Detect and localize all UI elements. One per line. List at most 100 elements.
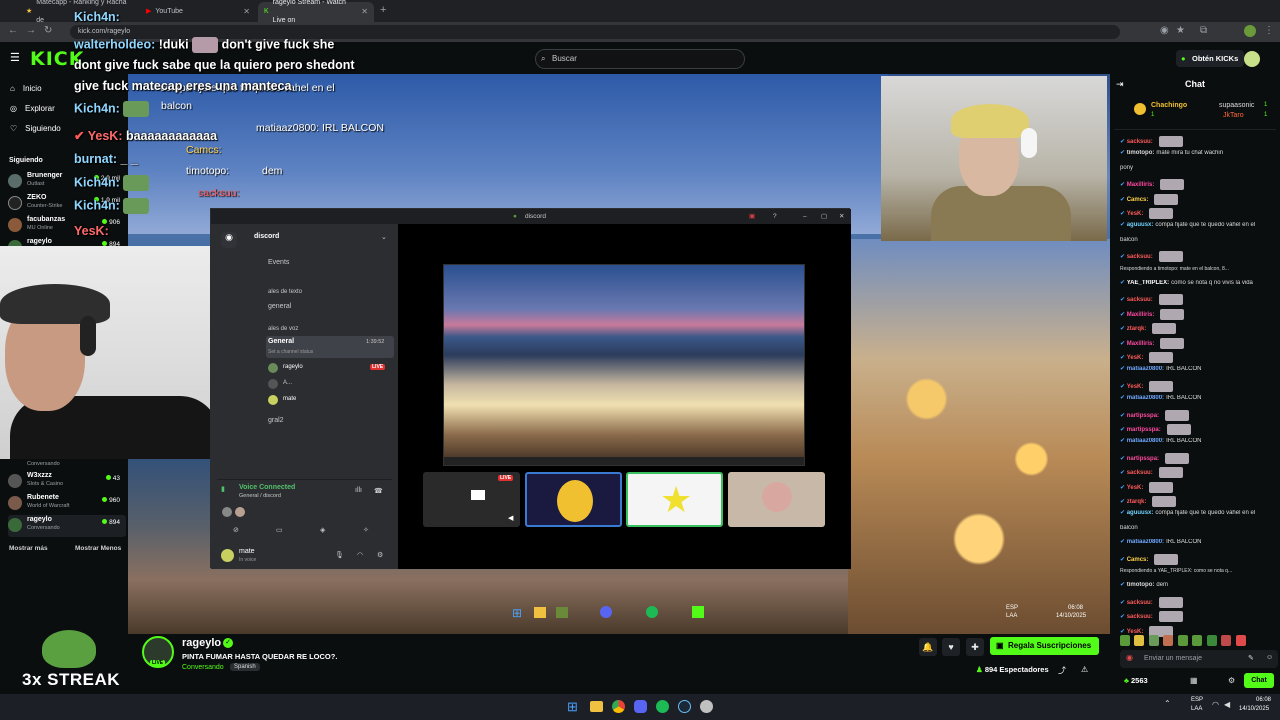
chat-username[interactable]: sacksuu: [1127,600,1153,606]
voice-member[interactable]: A... [268,379,396,391]
tab-kick[interactable]: K rageylo Stream - Watch Live on ✕ [258,0,374,24]
settings-gear-icon[interactable]: ⚙ [377,551,383,559]
volume-icon[interactable]: ◀ [1224,700,1230,709]
chat-username[interactable]: nartipsspa: [1127,413,1159,419]
chat-message[interactable]: ✔ sacksuu: [1120,611,1278,623]
discord-window[interactable]: ● discord ▣ ? – ▢ ✕ ◉ discord ⌄ Events a… [210,208,851,569]
chat-message[interactable]: ✔ timotopo: mate mira tu chat wachin [1120,150,1278,158]
voice-channel-gral2[interactable]: gral2 [268,417,284,424]
chat-username[interactable]: sacksuu: [1127,470,1153,476]
show-less-link[interactable]: Mostrar Menos [75,545,121,552]
chat-username[interactable]: ztarqk: [1127,326,1147,332]
emote-picker-icon[interactable]: ✎ [1248,654,1254,662]
discord-server-icon[interactable]: ◉ [221,232,237,248]
chat-message[interactable]: ✔ sacksuu: [1120,251,1278,263]
screen-share-icon[interactable]: ▭ [276,526,283,534]
avatar[interactable] [221,549,234,562]
back-icon[interactable]: ← [8,25,18,36]
help-icon[interactable]: ? [773,209,777,224]
chat-message[interactable]: ✔ matiaaz0800: IRL BALCON [1120,366,1278,374]
forward-icon[interactable]: → [26,25,36,36]
text-channel[interactable]: general [268,303,291,310]
chat-message[interactable]: ✔ matiaaz0800: IRL BALCON [1120,395,1278,403]
noise-suppression-icon[interactable]: ıllı [355,487,362,494]
windows-start-icon[interactable]: ⊞ [567,699,578,715]
chat-message[interactable]: balcon [1120,525,1278,533]
chat-username[interactable]: YesK: [1127,384,1144,390]
chat-username[interactable]: Camcs: [1127,197,1149,203]
minimize-icon[interactable]: – [803,209,807,224]
gift-icon[interactable]: ✚ [966,638,984,656]
close-tab-icon[interactable]: ✕ [243,3,250,21]
voice-status[interactable]: Set a channel status [268,349,313,355]
report-icon[interactable]: ⚠ [1081,665,1088,674]
share-icon[interactable]: ⤴ [1058,665,1066,676]
maximize-icon[interactable]: ▢ [821,209,827,224]
chat-message[interactable]: ✔ YesK: [1120,352,1278,363]
chat-message[interactable]: ✔ YesK: [1120,380,1278,392]
tab-youtube[interactable]: ▶ YouTube ✕ [140,2,256,22]
emote[interactable] [1221,635,1232,647]
following-item[interactable]: W3xzzz Slots & Casino 43 [8,471,126,493]
disconnect-icon[interactable]: ☎ [374,487,383,495]
chat-message[interactable]: ✔ Maxilliris: [1120,337,1278,349]
chat-username[interactable]: YesK: [1127,211,1144,217]
language-indicator[interactable]: ESP [1191,697,1203,703]
collapse-chat-icon[interactable]: ⇥ [1116,79,1124,90]
tray-chevron-icon[interactable]: ⌃ [1164,699,1171,708]
events-item[interactable]: Events [268,259,289,266]
chat-username[interactable]: ztarqk: [1127,499,1147,505]
extension-icon[interactable]: ⧉ [1200,25,1207,36]
chat-send-button[interactable]: Chat [1244,673,1274,688]
chat-message[interactable]: ✔ YesK: [1120,208,1278,219]
text-channel-category[interactable]: ales de texto [268,289,302,295]
chat-message[interactable]: ✔ sacksuu: [1120,467,1278,479]
stream-category[interactable]: Conversando [182,664,224,671]
wifi-icon[interactable]: ◠ [1212,700,1219,709]
user-avatar[interactable] [1244,51,1260,67]
chat-username[interactable]: sacksuu: [1127,614,1153,620]
leaderboard-name[interactable]: Chachingo [1151,102,1187,109]
chat-message[interactable]: ✔ martipsspa: [1120,424,1278,435]
hamburger-menu-icon[interactable]: ☰ [10,51,20,64]
streamer-name[interactable]: rageylo [182,637,221,649]
chat-username[interactable]: sacksuu: [1127,139,1153,145]
emote[interactable] [1148,635,1159,647]
shared-screen-video[interactable] [443,264,805,466]
chat-message[interactable]: ✔ Maxilliris: [1120,308,1278,320]
participant-tile[interactable] [525,472,622,527]
chat-message[interactable]: ✔ ztarqk: [1120,323,1278,335]
microphone-icon[interactable]: 🎙 [335,551,344,559]
volume-icon[interactable]: ◀ [508,514,513,522]
discord-icon[interactable] [634,700,647,713]
menu-dots-icon[interactable]: ⋮ [1264,25,1274,36]
server-name[interactable]: discord [254,233,279,240]
chat-username[interactable]: martipsspa: [1127,427,1161,433]
show-more-link[interactable]: Mostrar más [9,545,48,552]
chat-message[interactable]: ✔ YesK: [1120,481,1278,493]
chat-message[interactable]: ✔ YAE_TRIPLEX: como se nota q no vivis la… [1120,280,1278,288]
chat-message[interactable]: ✔ nartipsspa: [1120,409,1278,421]
reload-icon[interactable]: ↻ [44,25,52,36]
headphones-icon[interactable]: ◠ [357,551,363,559]
emote[interactable] [1192,635,1203,647]
voice-channel-category[interactable]: ales de voz [268,326,298,332]
nav-home[interactable]: ⌂ Inicio [10,84,42,93]
chat-message[interactable]: pony [1120,165,1278,173]
emote[interactable] [1177,635,1188,647]
chat-username[interactable]: matiaaz0800: [1127,539,1164,545]
calendar-icon[interactable]: ▦ [1190,676,1198,685]
get-kicks-button[interactable]: ● Obtén KICKs [1176,50,1245,67]
app-icon[interactable] [700,700,713,713]
participant-tile[interactable]: ★ [626,472,723,527]
voice-member[interactable]: mate [268,395,396,407]
chat-username[interactable]: Maxilliris: [1127,182,1155,188]
participant-tile[interactable] [728,472,825,527]
gift-subscriptions-button[interactable]: ▣ Regala Suscripciones [990,637,1100,655]
activity-icon[interactable]: ◈ [320,526,325,534]
chat-username[interactable]: Maxilliris: [1127,312,1155,318]
chat-username[interactable]: YesK: [1127,485,1144,491]
chat-message[interactable]: ✔ timotopo: dem [1120,582,1278,590]
chat-message[interactable]: ✔ aguuusx: compa fijate que te quedo vahe… [1120,510,1278,518]
chat-message[interactable]: ✔ ztarqk: [1120,496,1278,507]
